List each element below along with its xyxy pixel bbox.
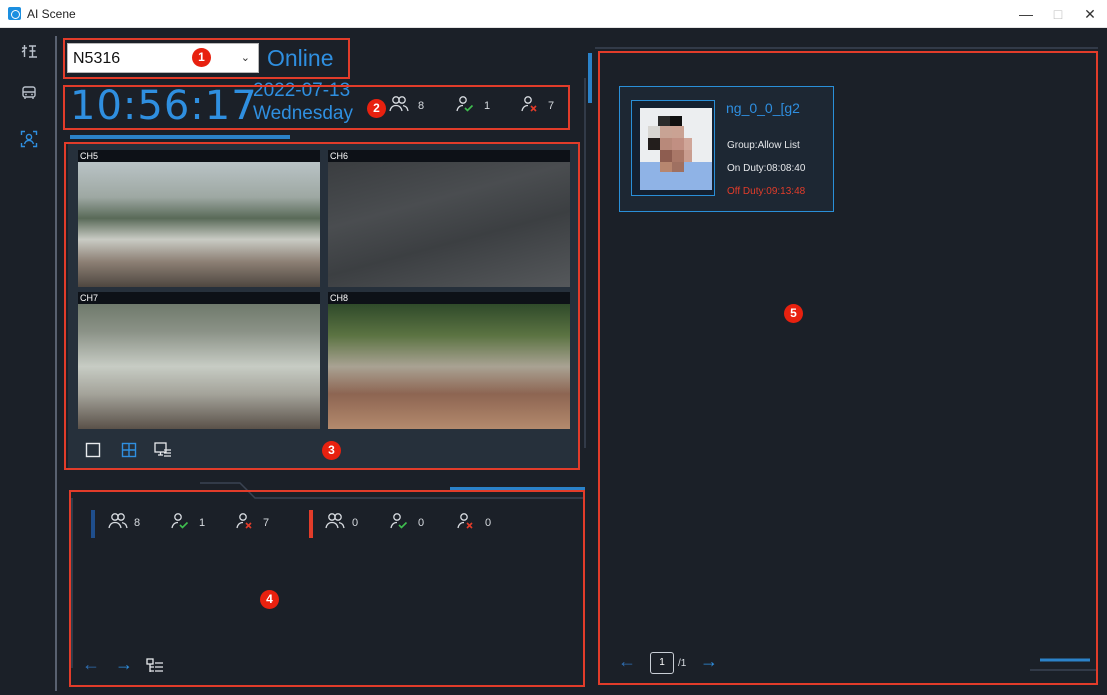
- page-next-icon[interactable]: →: [700, 651, 718, 672]
- group-2-total: 0: [352, 517, 359, 529]
- single-view-icon: [85, 442, 101, 458]
- avatar: [640, 108, 712, 190]
- page-total: /1: [678, 658, 687, 669]
- layout-single-button[interactable]: [85, 442, 101, 458]
- camera-feed-image: [78, 162, 320, 287]
- maximize-button[interactable]: □: [1048, 4, 1068, 24]
- arrow-left-icon[interactable]: ←: [82, 654, 100, 675]
- camera-feed-image: [328, 162, 570, 287]
- channel-label: CH6: [330, 151, 349, 161]
- person-off-duty: Off Duty:09:13:48: [727, 186, 806, 197]
- channel-label: CH8: [330, 293, 349, 303]
- person-on-duty: On Duty:08:08:40: [727, 163, 806, 174]
- device-dropdown[interactable]: N5316 ⌄: [67, 43, 259, 73]
- summary-total: 8: [418, 100, 425, 112]
- title-bar: AI Scene — □ ✕: [0, 0, 1107, 28]
- main-area: CH5 CH6 CH7 CH8 N5316 ⌄ Online 10:56:17 …: [0, 28, 1107, 695]
- people-total-icon: [389, 96, 409, 112]
- layout-quad-button[interactable]: [121, 442, 137, 458]
- group-1-present: 1: [199, 517, 206, 529]
- app-window: AI Scene — □ ✕ CH5 CH6 CH7 CH8 N5316 ⌄ O…: [0, 0, 1107, 695]
- window-title: AI Scene: [27, 7, 76, 21]
- annotation-badge-5: 5: [784, 304, 803, 323]
- person-present-icon: [456, 96, 474, 112]
- video-tile-ch5[interactable]: CH5: [78, 150, 320, 287]
- group-marker-1: [91, 510, 95, 538]
- people-total-icon: [325, 513, 345, 529]
- channel-label: CH7: [80, 293, 99, 303]
- clock-date: 2022-07-13: [253, 80, 351, 101]
- video-tile-ch7[interactable]: CH7: [78, 292, 320, 429]
- clock-weekday: Wednesday: [253, 103, 353, 124]
- minimize-button[interactable]: —: [1016, 4, 1036, 24]
- person-present-icon: [171, 513, 189, 529]
- page-prev-icon[interactable]: ←: [618, 651, 636, 672]
- summary-present: 1: [484, 100, 491, 112]
- tree-list-icon[interactable]: [146, 658, 164, 674]
- video-tile-ch8[interactable]: CH8: [328, 292, 570, 429]
- group-2-present: 0: [418, 517, 425, 529]
- group-marker-2: [309, 510, 313, 538]
- layout-custom-button[interactable]: [154, 442, 171, 458]
- person-name: ng_0_0_[g2: [726, 100, 800, 116]
- group-1-absent: 7: [263, 517, 270, 529]
- annotation-badge-3: 3: [322, 441, 341, 460]
- device-status: Online: [267, 45, 334, 71]
- channel-label: CH5: [80, 151, 99, 161]
- annotation-badge-1: 1: [192, 48, 211, 67]
- arrow-right-icon[interactable]: →: [115, 654, 133, 675]
- close-button[interactable]: ✕: [1080, 4, 1100, 24]
- person-absent-icon: [457, 513, 473, 529]
- camera-feed-image: [328, 304, 570, 429]
- people-total-icon: [108, 513, 128, 529]
- person-absent-icon: [521, 96, 537, 112]
- chevron-down-icon: ⌄: [240, 52, 250, 64]
- person-group: Group:Allow List: [727, 140, 800, 151]
- custom-layout-icon: [154, 442, 171, 457]
- device-name: N5316: [73, 50, 121, 67]
- clock-time: 10:56:17: [70, 83, 258, 129]
- group-2-absent: 0: [485, 517, 492, 529]
- page-number-input[interactable]: 1: [650, 652, 674, 674]
- person-present-icon: [390, 513, 408, 529]
- summary-absent: 7: [548, 100, 555, 112]
- group-1-total: 8: [134, 517, 141, 529]
- annotation-badge-4: 4: [260, 590, 279, 609]
- video-tile-ch6[interactable]: CH6: [328, 150, 570, 287]
- pixelated-face-image: [640, 108, 712, 190]
- camera-feed-image: [78, 304, 320, 429]
- person-absent-icon: [236, 513, 252, 529]
- quad-view-icon: [121, 442, 137, 458]
- app-logo-icon: [8, 7, 21, 20]
- annotation-badge-2: 2: [367, 99, 386, 118]
